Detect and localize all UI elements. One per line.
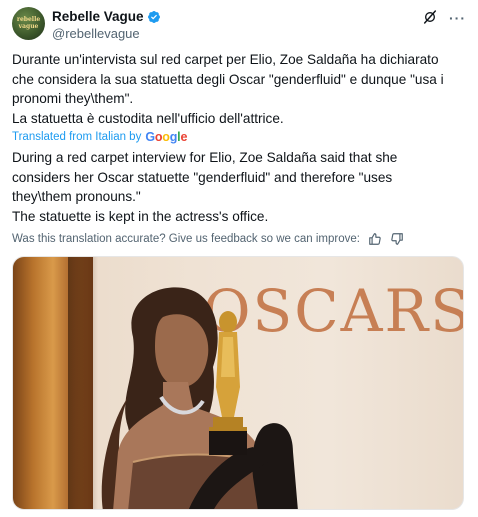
more-icon[interactable]: ··· [449,10,466,26]
display-name[interactable]: Rebelle Vague [52,9,144,24]
google-logo: Google [145,130,188,144]
name-row: Rebelle Vague [52,8,161,25]
avatar-text: rebelle vague [16,16,41,30]
translated-line: During a red carpet interview for Elio, … [12,150,398,165]
translated-from-link[interactable]: Translated from Italian by [12,131,141,143]
tweet-text-original: Durante un'intervista sul red carpet per… [12,50,468,128]
grok-icon[interactable] [422,9,438,25]
original-line: pronomi they\them". [12,91,134,106]
tweet-text-translated: During a red carpet interview for Elio, … [12,148,468,226]
avatar[interactable]: rebelle vague [12,7,45,40]
tweet-photo[interactable]: OSCARS [12,256,464,510]
original-line: che considera la sua statuetta degli Osc… [12,71,444,87]
original-line: La statuetta è custodita nell'ufficio de… [12,110,284,126]
translated-line: considers her Oscar statuette "genderflu… [12,169,393,185]
verified-badge-icon [147,10,160,23]
translation-attribution: Translated from Italian by Google [12,130,187,144]
handle[interactable]: @rebellevague [52,26,140,41]
thumbs-up-icon[interactable] [368,232,382,246]
translated-line: The statuette is kept in the actress's o… [12,208,269,224]
original-line: Durante un'intervista sul red carpet per… [12,52,439,67]
tweet-header: rebelle vague Rebelle Vague @rebellevagu… [12,7,468,47]
translated-line: they\them pronouns." [12,189,141,204]
feedback-prompt: Was this translation accurate? Give us f… [12,233,360,245]
translation-feedback: Was this translation accurate? Give us f… [12,232,404,246]
thumbs-down-icon[interactable] [390,232,404,246]
actress-with-statuette [101,287,298,509]
